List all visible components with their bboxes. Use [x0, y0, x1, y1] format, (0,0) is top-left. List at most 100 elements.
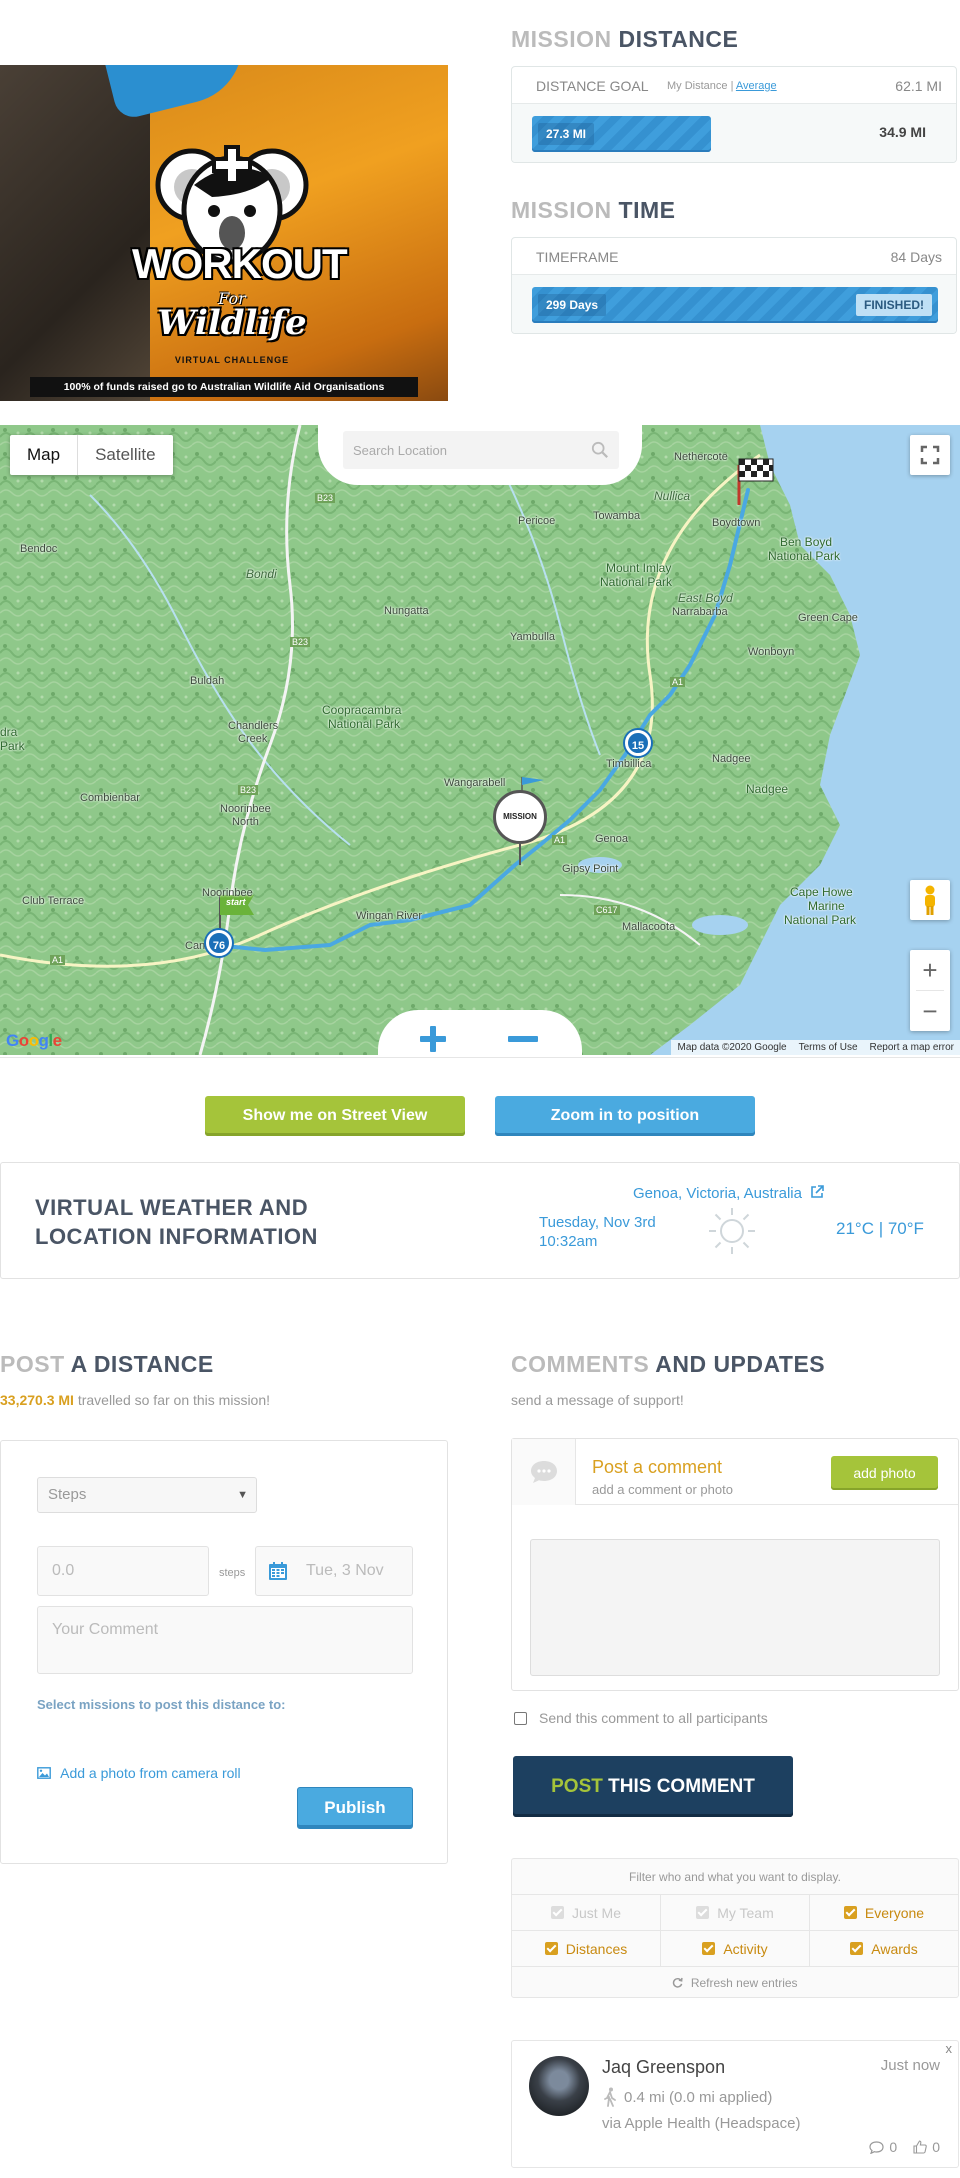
zoom-in-button[interactable]: +	[910, 950, 950, 990]
entry-like-count[interactable]: 0	[913, 2139, 940, 2155]
distance-remaining-value: 34.9 MI	[879, 124, 926, 140]
close-icon[interactable]: x	[946, 2041, 953, 2056]
map-label-nullica: Nullica	[654, 489, 691, 503]
filter-label: Activity	[723, 1940, 768, 1957]
avatar[interactable]	[529, 2056, 589, 2116]
route-map[interactable]: Bendoc Bondi Nungatta Buldah Chandlers C…	[0, 425, 960, 1055]
mission-total-value: 33,270.3 MI	[0, 1392, 74, 1408]
report-error-link[interactable]: Report a map error	[870, 1040, 954, 1055]
map-type-satellite[interactable]: Satellite	[78, 435, 172, 475]
filter-row-who: Just Me My Team Everyone	[512, 1895, 958, 1931]
send-to-all-checkbox[interactable]	[514, 1711, 527, 1725]
unit-select[interactable]: Steps ▼	[37, 1477, 257, 1513]
average-link[interactable]: Average	[736, 80, 777, 92]
add-photo-label: Add a photo from camera roll	[60, 1765, 241, 1781]
map-zoom-control: + −	[910, 950, 950, 1031]
start-flag-label: start	[226, 897, 246, 907]
post-distance-form: Steps ▼ 0.0 steps Tue, 3 Nov Your Commen…	[0, 1440, 448, 1864]
map-label-nadgee-2: Nadgee	[746, 782, 789, 796]
entry-user-name[interactable]: Jaq Greenspon	[602, 2057, 725, 2078]
refresh-entries-link[interactable]: Refresh new entries	[512, 1967, 958, 1999]
search-location-input[interactable]	[343, 431, 573, 469]
weather-location-link[interactable]: Genoa, Victoria, Australia	[633, 1185, 824, 1202]
zoom-position-button[interactable]: Zoom in to position	[495, 1096, 755, 1136]
comments-subtitle: send a message of support!	[511, 1392, 684, 1408]
road-badge-b23-a: B23	[315, 493, 336, 503]
heading-dark: AND UPDATES	[655, 1351, 826, 1377]
fullscreen-icon	[920, 445, 940, 465]
add-photo-button[interactable]: add photo	[831, 1456, 938, 1490]
distance-toggle: My Distance | Average	[667, 80, 777, 92]
sun-icon	[709, 1208, 755, 1254]
filter-my-team[interactable]: My Team	[661, 1895, 810, 1930]
filter-just-me[interactable]: Just Me	[512, 1895, 661, 1930]
route-marker-15[interactable]: 15	[625, 730, 651, 756]
distance-goal-label: DISTANCE GOAL	[536, 78, 649, 94]
comment-textarea[interactable]	[530, 1539, 940, 1676]
entry-comment-count[interactable]: 0	[869, 2139, 897, 2155]
time-progress-bar: 299 Days FINISHED!	[532, 287, 938, 323]
map-label-east-boyd: East Boyd	[678, 591, 733, 605]
filter-everyone[interactable]: Everyone	[810, 1895, 958, 1930]
heading-lite: POST	[0, 1351, 65, 1377]
map-zoom-tab	[378, 1010, 582, 1055]
heading-dark: A DISTANCE	[70, 1351, 214, 1377]
minus-icon[interactable]	[506, 1024, 540, 1054]
filter-awards[interactable]: Awards	[810, 1931, 958, 1966]
terms-link[interactable]: Terms of Use	[799, 1040, 858, 1055]
zoom-tab-icons	[378, 1010, 582, 1055]
feed-entry: x Jaq Greenspon Just now 0.4 mi (0.0 mi …	[511, 2040, 959, 2168]
road-badge-c617: C617	[594, 905, 620, 915]
map-label-north: North	[232, 816, 259, 828]
time-progress-row: 299 Days FINISHED!	[512, 275, 956, 333]
map-attribution: Map data ©2020 Google Terms of Use Repor…	[671, 1040, 960, 1055]
map-label-club-terrace: Club Terrace	[22, 895, 85, 907]
distance-input[interactable]: 0.0	[37, 1546, 209, 1596]
date-input[interactable]: Tue, 3 Nov	[255, 1546, 413, 1596]
weather-datetime: Tuesday, Nov 3rd 10:32am	[539, 1213, 656, 1251]
heading-dark: TIME	[618, 197, 676, 223]
map-type-map[interactable]: Map	[10, 435, 79, 475]
like-count-value: 0	[932, 2139, 940, 2155]
map-label-cape-howe-3: National Park	[784, 913, 857, 927]
calendar-icon	[269, 1562, 287, 1580]
weather-title-line1: VIRTUAL WEATHER AND	[35, 1195, 309, 1220]
street-view-pegman[interactable]	[910, 880, 950, 920]
banner-title-workout: WORKOUT	[132, 240, 348, 287]
search-icon[interactable]	[591, 441, 609, 459]
filter-row-what: Distances Activity Awards	[512, 1931, 958, 1967]
walking-icon	[604, 2087, 616, 2107]
filter-activity[interactable]: Activity	[661, 1931, 810, 1966]
timeframe-row: TIMEFRAME 84 Days	[512, 238, 956, 275]
mission-time-heading: MISSION TIME	[511, 197, 675, 224]
route-marker-76[interactable]: 76	[206, 930, 232, 956]
distance-comment-input[interactable]: Your Comment	[37, 1606, 413, 1674]
filter-distances[interactable]: Distances	[512, 1931, 661, 1966]
map-label-mount-imlay-np: National Park	[600, 575, 673, 589]
distance-progress-value: 27.3 MI	[538, 123, 595, 145]
map-label-nungatta: Nungatta	[384, 605, 429, 617]
zoom-out-button[interactable]: −	[910, 991, 950, 1031]
fullscreen-button[interactable]	[910, 435, 950, 475]
street-view-button[interactable]: Show me on Street View	[205, 1096, 465, 1136]
speech-bubble-icon	[531, 1461, 557, 1483]
map-label-boydtown: Boydtown	[712, 517, 761, 529]
thumbs-up-icon	[913, 2140, 927, 2154]
map-label-wingan: Wingan River	[356, 910, 423, 922]
banner-title-wildlife: Wildlife	[157, 303, 307, 343]
timeframe-label: TIMEFRAME	[536, 249, 619, 265]
map-label-park: Park	[0, 739, 25, 753]
comment-composer: Post a comment add a comment or photo ad…	[511, 1438, 959, 1691]
current-position-marker[interactable]: MISSION	[493, 790, 547, 844]
map-label-genoa: Genoa	[595, 833, 629, 845]
plus-icon[interactable]	[418, 1024, 448, 1054]
publish-button[interactable]: Publish	[297, 1787, 413, 1829]
send-to-all-option[interactable]: Send this comment to all participants	[514, 1710, 768, 1726]
weather-date: Tuesday, Nov 3rd	[539, 1214, 656, 1231]
post-comment-button[interactable]: POST THIS COMMENT	[513, 1756, 793, 1817]
map-label-combienbar: Combienbar	[80, 792, 140, 804]
add-photo-link[interactable]: Add a photo from camera roll	[37, 1765, 241, 1781]
map-label-chandlers: Chandlers	[228, 720, 279, 732]
entry-source: via Apple Health (Headspace)	[602, 2115, 801, 2132]
pegman-icon	[925, 885, 935, 915]
